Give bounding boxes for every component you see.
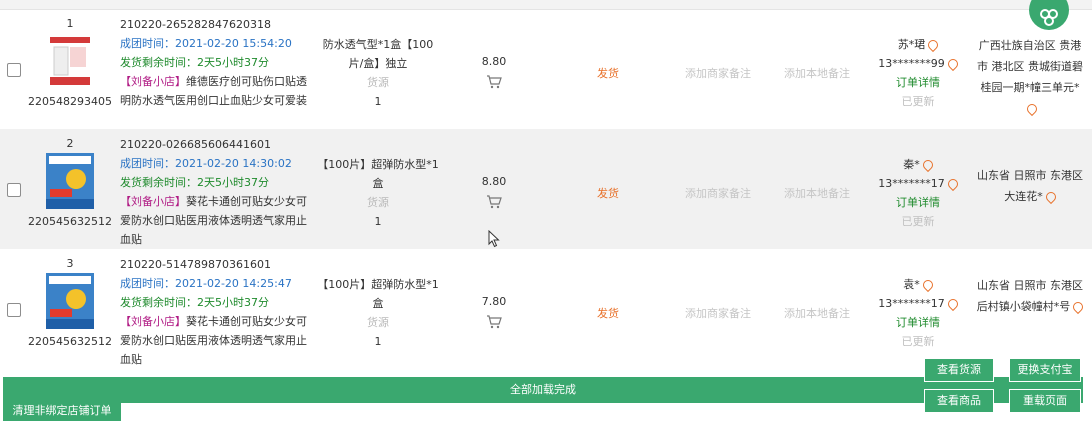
order-row: 1 220548293405 210220-265282847620318 成团… <box>0 9 1092 129</box>
cart-icon[interactable] <box>486 195 502 209</box>
group-time: 成团时间：2021-02-20 14:30:02 <box>120 157 292 170</box>
add-merchant-note[interactable]: 添加商家备注 <box>672 65 764 81</box>
load-complete-bar: 全部加载完成 <box>3 377 1083 403</box>
order-detail-link[interactable]: 订单详情 <box>868 313 968 332</box>
mouse-cursor-icon <box>488 230 500 248</box>
location-pin-icon[interactable] <box>945 176 960 192</box>
add-merchant-note[interactable]: 添加商家备注 <box>672 305 764 321</box>
order-detail-link[interactable]: 订单详情 <box>868 193 968 212</box>
location-pin-icon[interactable] <box>1071 299 1086 315</box>
location-pin-icon[interactable] <box>920 157 935 173</box>
source-link[interactable]: 货源 <box>316 73 440 92</box>
ship-button[interactable]: 发货 <box>588 65 628 81</box>
add-local-note[interactable]: 添加本地备注 <box>772 185 862 201</box>
updated-status: 已更新 <box>901 95 935 108</box>
order-number[interactable]: 210220-265282847620318 <box>120 15 310 34</box>
buyer-info: 秦* 13*******17 订单详情 已更新 <box>868 155 968 231</box>
clear-unbound-orders-button[interactable]: 清理非绑定店铺订单 <box>3 400 121 421</box>
updated-status: 已更新 <box>901 335 935 348</box>
store-name: 【刘备小店】 <box>120 75 186 88</box>
location-pin-icon[interactable] <box>945 296 960 312</box>
change-alipay-button[interactable]: 更换支付宝 <box>1009 358 1081 382</box>
view-source-button[interactable]: 查看货源 <box>924 358 994 382</box>
ship-button[interactable]: 发货 <box>588 305 628 321</box>
buyer-name: 袁* <box>903 278 920 291</box>
product-thumbnail[interactable] <box>46 33 94 89</box>
spec-text: 防水透气型*1盒【100片/盒】独立 <box>322 38 434 70</box>
buyer-phone: 13*******17 <box>878 177 945 190</box>
add-local-note[interactable]: 添加本地备注 <box>772 65 862 81</box>
location-pin-icon[interactable] <box>926 37 941 53</box>
source-link[interactable]: 货源 <box>316 313 440 332</box>
buyer-name: 秦* <box>903 158 920 171</box>
store-name: 【刘备小店】 <box>120 195 186 208</box>
group-time: 成团时间：2021-02-20 14:25:47 <box>120 277 292 290</box>
product-spec: 【100片】超弹防水型*1盒 货源 1 <box>316 155 440 231</box>
shipping-address: 山东省 日照市 东港区 大连花* <box>976 165 1084 207</box>
cart-icon[interactable] <box>486 315 502 329</box>
reload-page-button[interactable]: 重载页面 <box>1009 389 1081 413</box>
order-number[interactable]: 210220-514789870361601 <box>120 255 310 274</box>
row-index: 2 <box>66 137 74 150</box>
ship-remaining: 发货剩余时间：2天5小时37分 <box>120 176 269 189</box>
product-spec: 【100片】超弹防水型*1盒 货源 1 <box>316 275 440 351</box>
product-id: 220548293405 <box>28 95 112 108</box>
floating-action-icon <box>1040 9 1058 26</box>
row-index: 3 <box>66 257 74 270</box>
add-local-note[interactable]: 添加本地备注 <box>772 305 862 321</box>
order-row: 3 220545632512 210220-514789870361601 成团… <box>0 249 1092 369</box>
add-merchant-note[interactable]: 添加商家备注 <box>672 185 764 201</box>
location-pin-icon[interactable] <box>945 56 960 72</box>
order-row: 2 220545632512 210220-026685606441601 成团… <box>0 129 1092 249</box>
quantity: 1 <box>374 335 382 348</box>
product-spec: 防水透气型*1盒【100片/盒】独立 货源 1 <box>316 35 440 111</box>
row-checkbox[interactable] <box>7 63 21 77</box>
buyer-phone: 13*******99 <box>878 57 945 70</box>
ship-remaining: 发货剩余时间：2天5小时37分 <box>120 296 269 309</box>
order-info: 210220-265282847620318 成团时间：2021-02-20 1… <box>120 15 310 110</box>
ship-button[interactable]: 发货 <box>588 185 628 201</box>
spec-text: 【100片】超弹防水型*1盒 <box>317 158 439 190</box>
buyer-name: 苏*珺 <box>897 38 926 51</box>
address-text: 山东省 日照市 东港区 大连花* <box>977 169 1083 203</box>
row-checkbox[interactable] <box>7 183 21 197</box>
view-product-button[interactable]: 查看商品 <box>924 389 994 413</box>
product-thumbnail[interactable] <box>46 153 94 209</box>
floating-action-button[interactable] <box>1029 0 1069 30</box>
spec-text: 【100片】超弹防水型*1盒 <box>317 278 439 310</box>
location-pin-icon[interactable] <box>1024 101 1039 117</box>
price: 8.80 <box>481 175 507 188</box>
buyer-phone: 13*******17 <box>878 297 945 310</box>
shipping-address: 广西壮族自治区 贵港市 港北区 贵城街道碧桂园一期*幢三单元* <box>976 35 1084 119</box>
address-text: 广西壮族自治区 贵港市 港北区 贵城街道碧桂园一期*幢三单元* <box>977 39 1083 94</box>
shipping-address: 山东省 日照市 东港区 后村镇小袋幢村*号 <box>976 275 1086 317</box>
order-info: 210220-514789870361601 成团时间：2021-02-20 1… <box>120 255 310 369</box>
buyer-info: 袁* 13*******17 订单详情 已更新 <box>868 275 968 351</box>
product-id: 220545632512 <box>28 335 112 348</box>
ship-remaining: 发货剩余时间：2天5小时37分 <box>120 56 269 69</box>
quantity: 1 <box>374 215 382 228</box>
order-detail-link[interactable]: 订单详情 <box>868 73 968 92</box>
product-thumbnail[interactable] <box>46 273 94 329</box>
source-link[interactable]: 货源 <box>316 193 440 212</box>
product-id: 220545632512 <box>28 215 112 228</box>
address-text: 山东省 日照市 东港区 后村镇小袋幢村*号 <box>976 279 1083 313</box>
row-index: 1 <box>66 17 74 30</box>
store-name: 【刘备小店】 <box>120 315 186 328</box>
order-number[interactable]: 210220-026685606441601 <box>120 135 310 154</box>
location-pin-icon[interactable] <box>920 277 935 293</box>
row-checkbox[interactable] <box>7 303 21 317</box>
updated-status: 已更新 <box>901 215 935 228</box>
group-time: 成团时间：2021-02-20 15:54:20 <box>120 37 292 50</box>
price: 8.80 <box>481 55 507 68</box>
location-pin-icon[interactable] <box>1043 189 1058 205</box>
quantity: 1 <box>374 95 382 108</box>
price: 7.80 <box>481 295 507 308</box>
cart-icon[interactable] <box>486 75 502 89</box>
order-info: 210220-026685606441601 成团时间：2021-02-20 1… <box>120 135 310 249</box>
buyer-info: 苏*珺 13*******99 订单详情 已更新 <box>868 35 968 111</box>
